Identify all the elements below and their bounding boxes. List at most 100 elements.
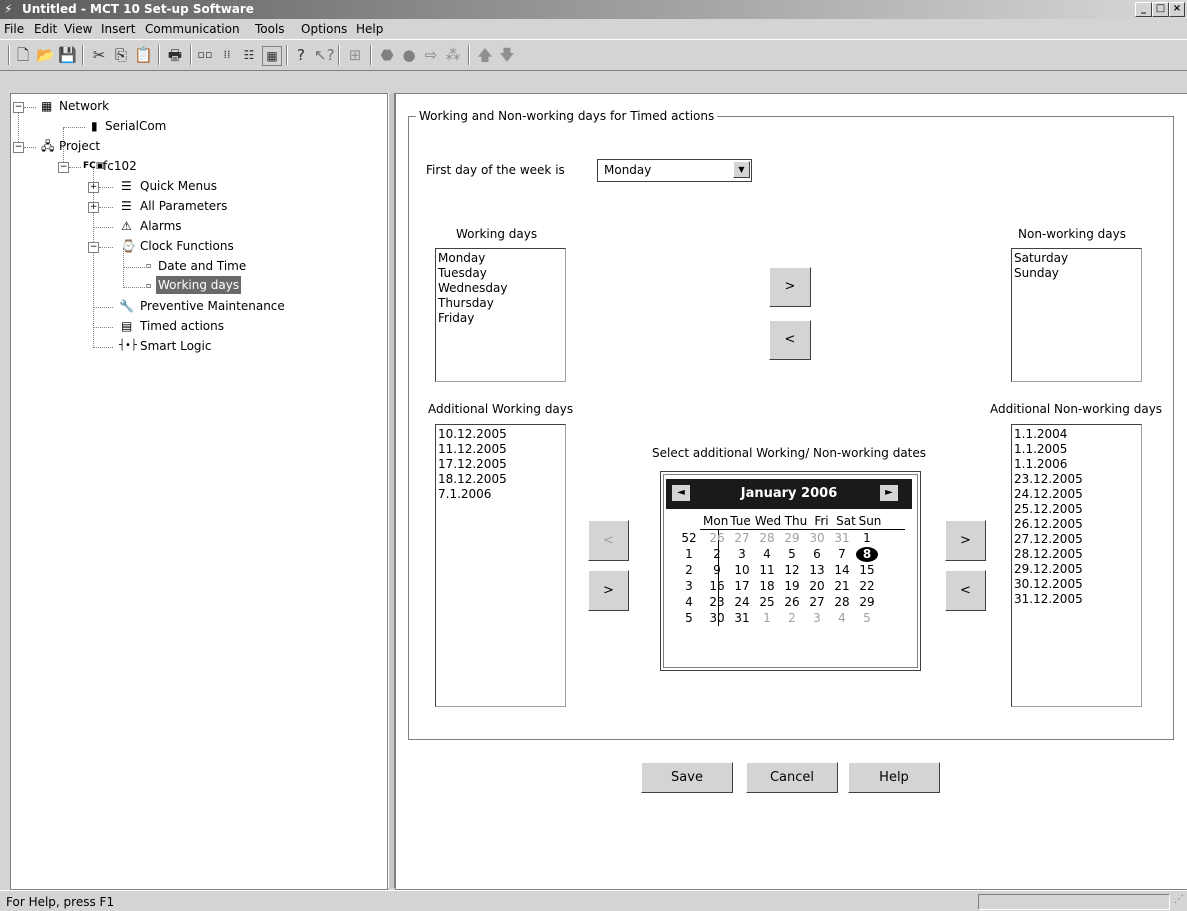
list-item[interactable]: 18.12.2005	[438, 472, 563, 487]
calendar-day[interactable]: 10	[731, 563, 753, 578]
first-day-select[interactable]: Monday ▼	[597, 159, 752, 182]
all-parameters-expander[interactable]: +	[88, 202, 99, 213]
resize-grip-icon[interactable]: ⋰	[1174, 894, 1184, 905]
menu-tools[interactable]: Tools	[255, 22, 285, 36]
calendar-day[interactable]: 15	[856, 563, 878, 578]
move-date-to-non-working-button[interactable]: >	[945, 520, 986, 561]
tree-timed-actions[interactable]: Timed actions	[140, 316, 224, 336]
list-item[interactable]: Friday	[438, 311, 563, 326]
tree-date-and-time[interactable]: Date and Time	[158, 256, 246, 276]
list-item[interactable]: Sunday	[1014, 266, 1139, 281]
help-icon[interactable]: ?	[292, 46, 310, 64]
maximize-button[interactable]: □	[1152, 2, 1169, 17]
tree-working-days[interactable]: Working days	[156, 276, 242, 294]
project-expander[interactable]: −	[13, 142, 24, 153]
menu-communication[interactable]: Communication	[145, 22, 240, 36]
calendar-grid[interactable]: 52 26 27 28 29 30 31 1 1 2 3 4 5 6 7 8 2 9 10 11 12 13 14 15 3 16…	[674, 531, 914, 627]
calendar-day[interactable]: 29	[856, 595, 878, 610]
calendar-day[interactable]: 24	[731, 595, 753, 610]
calendar-day[interactable]: 28	[831, 595, 853, 610]
calendar-day[interactable]: 26	[706, 531, 728, 546]
calendar-day[interactable]: 31	[831, 531, 853, 546]
calendar-day[interactable]: 14	[831, 563, 853, 578]
calendar-day[interactable]: 31	[731, 611, 753, 626]
quick-menus-expander[interactable]: +	[88, 182, 99, 193]
calendar-day[interactable]: 5	[856, 611, 878, 626]
stop-icon[interactable]: ⬣	[378, 46, 396, 64]
list-item[interactable]: Wednesday	[438, 281, 563, 296]
context-help-icon[interactable]: ↖?	[314, 46, 335, 64]
list-item[interactable]: 29.12.2005	[1014, 562, 1139, 577]
minimize-button[interactable]: _	[1135, 2, 1152, 17]
calendar-day[interactable]: 4	[756, 547, 778, 562]
calendar-day[interactable]: 12	[781, 563, 803, 578]
calendar-day[interactable]: 9	[706, 563, 728, 578]
network-expander[interactable]: −	[13, 102, 24, 113]
list-item[interactable]: Thursday	[438, 296, 563, 311]
calendar-day[interactable]: 30	[706, 611, 728, 626]
menu-file[interactable]: File	[4, 22, 24, 36]
calendar-day[interactable]: 6	[806, 547, 828, 562]
calendar-day[interactable]: 13	[806, 563, 828, 578]
calendar-day-today[interactable]: 8	[856, 547, 878, 562]
non-working-days-list[interactable]: Saturday Sunday	[1011, 248, 1142, 382]
fc102-expander[interactable]: −	[58, 162, 69, 173]
calendar-day[interactable]: 26	[781, 595, 803, 610]
move-to-working-button[interactable]: <	[769, 320, 811, 360]
copy-icon[interactable]: ⎘	[112, 46, 130, 64]
list-item[interactable]: 17.12.2005	[438, 457, 563, 472]
tree-serialcom[interactable]: SerialCom	[105, 116, 166, 136]
list-item[interactable]: Saturday	[1014, 251, 1139, 266]
calendar-day[interactable]: 3	[731, 547, 753, 562]
move-date-from-non-working-button[interactable]: <	[945, 570, 986, 611]
list-item[interactable]: 7.1.2006	[438, 487, 563, 502]
menu-options[interactable]: Options	[301, 22, 347, 36]
list-item[interactable]: 11.12.2005	[438, 442, 563, 457]
tree-quick-menus[interactable]: Quick Menus	[140, 176, 217, 196]
tree-clock-functions[interactable]: Clock Functions	[140, 236, 234, 256]
calendar-day[interactable]: 1	[756, 611, 778, 626]
calendar-day[interactable]: 27	[806, 595, 828, 610]
menu-insert[interactable]: Insert	[101, 22, 135, 36]
calendar-day[interactable]: 28	[756, 531, 778, 546]
move-date-from-working-button[interactable]: >	[588, 570, 629, 611]
list-item[interactable]: 27.12.2005	[1014, 532, 1139, 547]
calendar-day[interactable]: 21	[831, 579, 853, 594]
down-icon[interactable]: 🡇	[498, 46, 516, 64]
calendar-day[interactable]: 2	[706, 547, 728, 562]
record-icon[interactable]: ●	[400, 46, 418, 64]
list-item[interactable]: 24.12.2005	[1014, 487, 1139, 502]
list-item[interactable]: 30.12.2005	[1014, 577, 1139, 592]
list-icon[interactable]: ☷	[240, 46, 258, 64]
drive-icon[interactable]: ⊞	[346, 46, 364, 64]
calendar-day[interactable]: 23	[706, 595, 728, 610]
save-button[interactable]: Save	[641, 762, 733, 793]
calendar-day[interactable]: 11	[756, 563, 778, 578]
open-icon[interactable]: 📂	[36, 46, 55, 64]
cancel-button[interactable]: Cancel	[746, 762, 838, 793]
connect-icon[interactable]: ⁂	[444, 46, 462, 64]
up-icon[interactable]: 🡅	[476, 46, 494, 64]
calendar-day[interactable]: 22	[856, 579, 878, 594]
menu-help[interactable]: Help	[356, 22, 383, 36]
tree-alarms[interactable]: Alarms	[140, 216, 182, 236]
list-item[interactable]: 28.12.2005	[1014, 547, 1139, 562]
list-item[interactable]: 10.12.2005	[438, 427, 563, 442]
tree-network[interactable]: Network	[59, 96, 109, 116]
menu-edit[interactable]: Edit	[34, 22, 57, 36]
save-icon[interactable]: 💾	[58, 46, 77, 64]
play-icon[interactable]: ⇨	[422, 46, 440, 64]
chevron-down-icon[interactable]: ▼	[733, 161, 750, 178]
calendar-day[interactable]: 30	[806, 531, 828, 546]
move-to-non-working-button[interactable]: >	[769, 267, 811, 307]
clock-functions-expander[interactable]: −	[88, 242, 99, 253]
calendar-day[interactable]: 19	[781, 579, 803, 594]
calendar-day[interactable]: 4	[831, 611, 853, 626]
cut-icon[interactable]: ✂	[90, 46, 108, 64]
list-item[interactable]: 25.12.2005	[1014, 502, 1139, 517]
list-item[interactable]: 26.12.2005	[1014, 517, 1139, 532]
small-icons-icon[interactable]: ⁞⁞	[218, 46, 236, 64]
new-icon[interactable]: 🗋	[14, 46, 32, 64]
working-days-list[interactable]: Monday Tuesday Wednesday Thursday Friday	[435, 248, 566, 382]
calendar-day[interactable]: 7	[831, 547, 853, 562]
